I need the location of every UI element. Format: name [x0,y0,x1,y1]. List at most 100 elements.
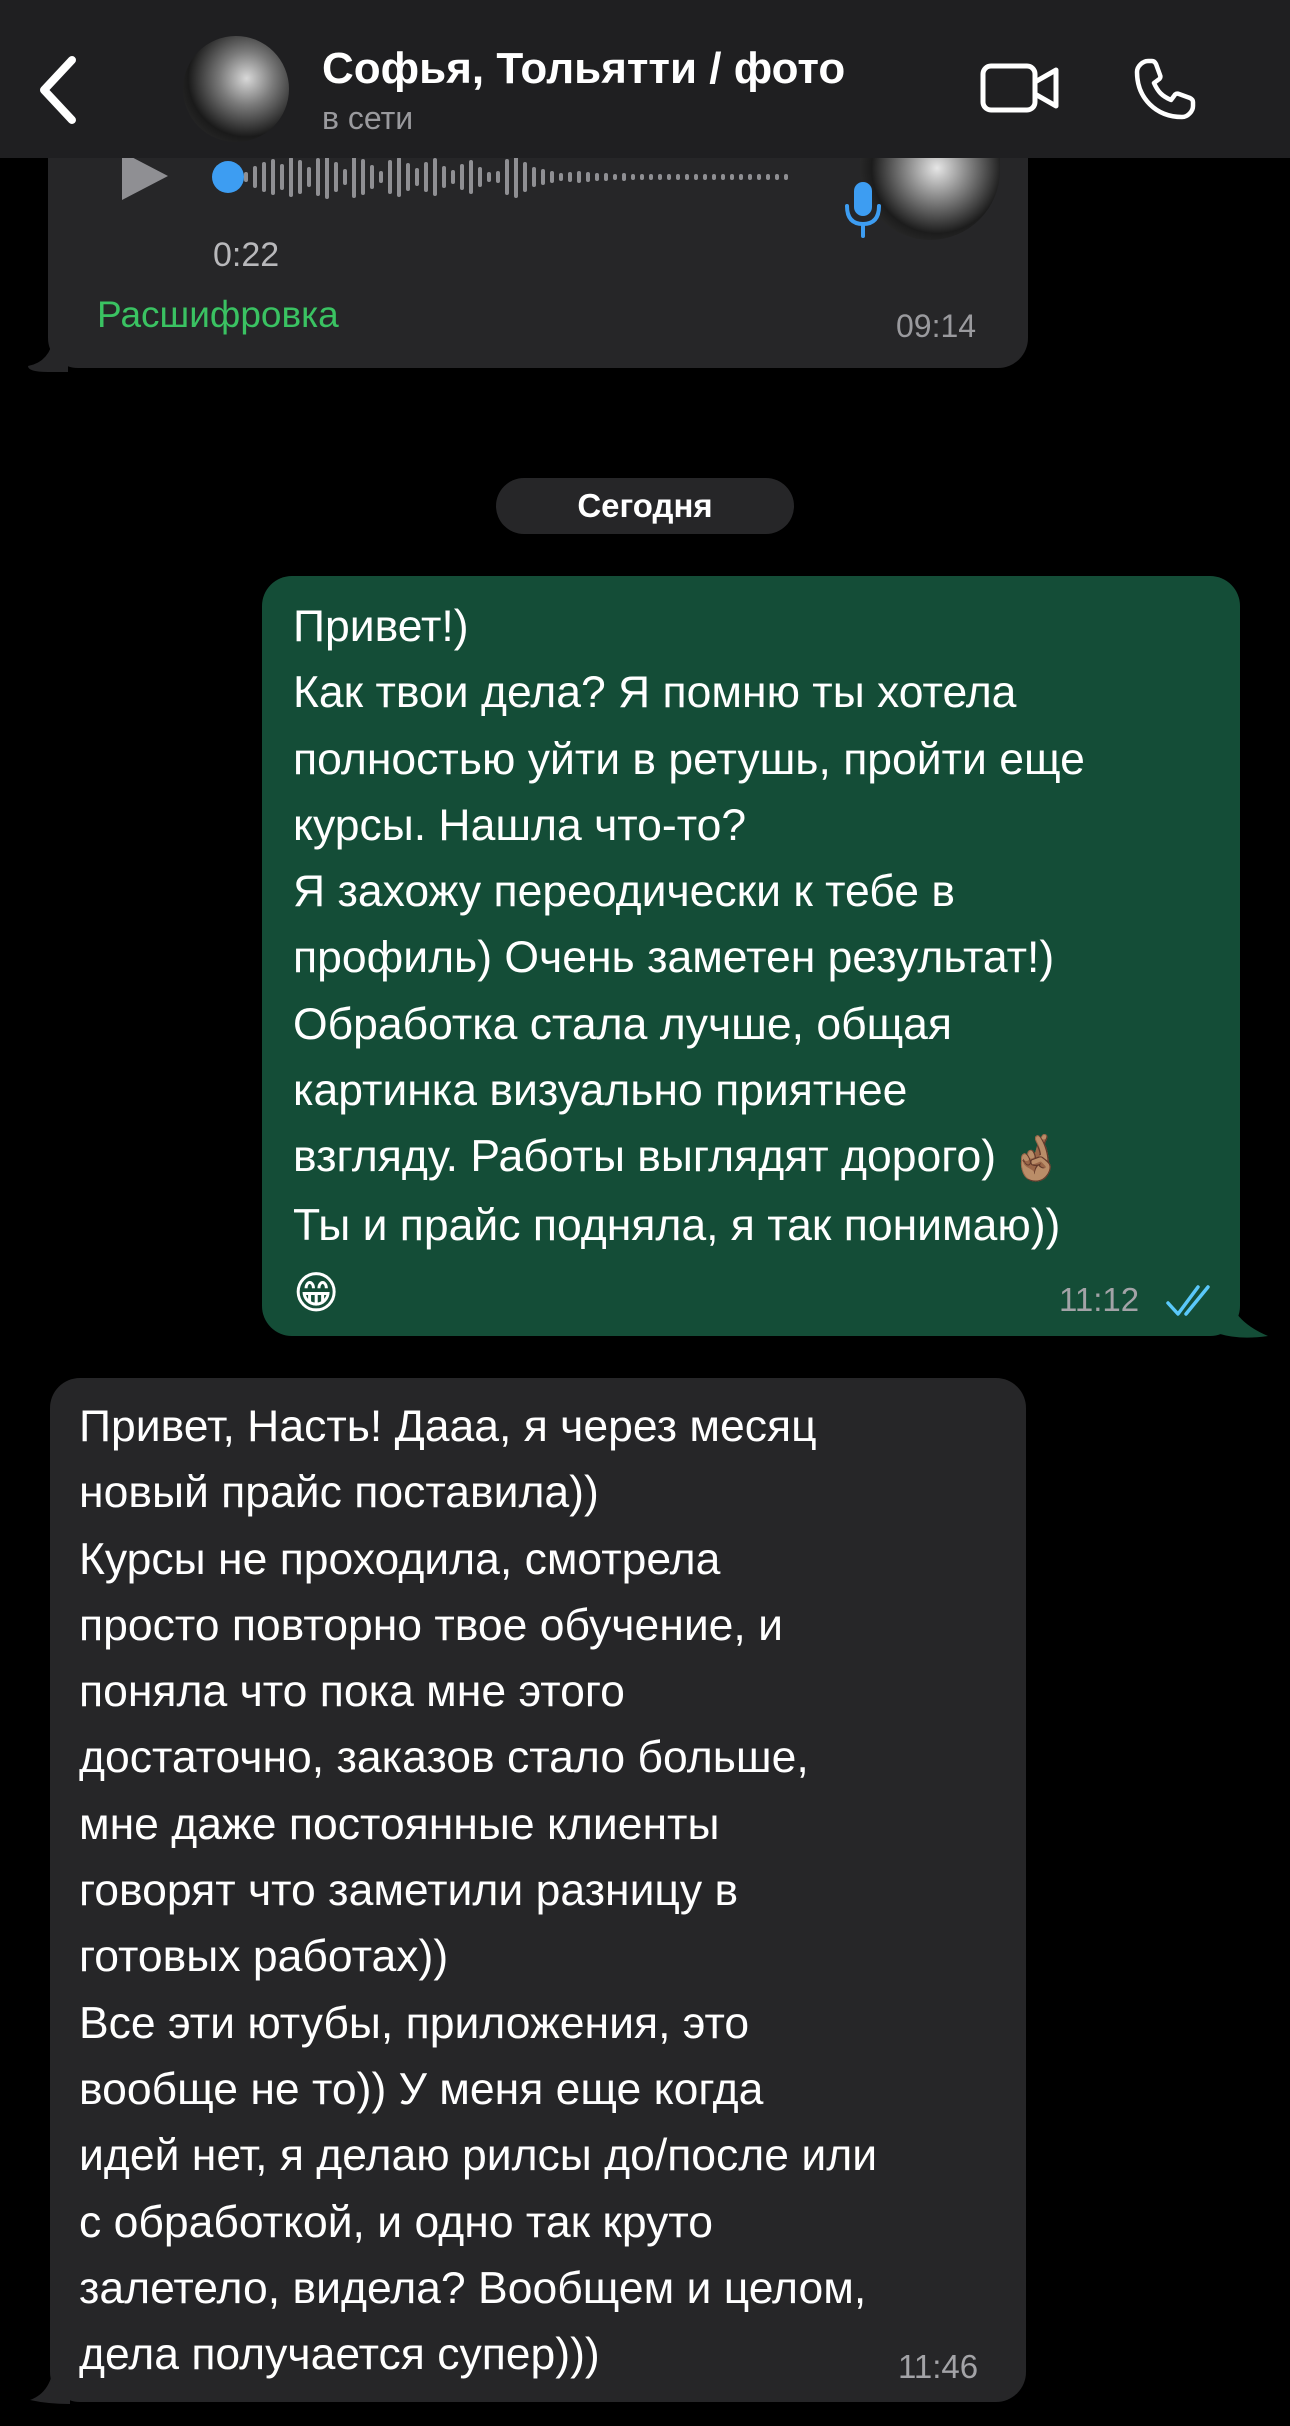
waveform-bar [532,167,536,187]
waveform-bar [370,165,374,189]
contact-name[interactable]: Софья, Тольятти / фото [322,44,845,94]
outgoing-message-text: Привет!) Как твои дела? Я помню ты хотел… [293,594,1085,1327]
message-line: достаточно, заказов стало больше, [79,1733,809,1783]
message-line: говорят что заметили разницу в [79,1866,739,1916]
transcribe-button[interactable]: Расшифровка [97,294,339,336]
message-line: Как твои дела? Я помню ты хотела [293,668,1017,718]
waveform-bar [334,162,338,192]
message-time: 09:14 [896,308,977,344]
voice-duration: 0:22 [213,236,280,274]
contact-avatar[interactable] [183,36,289,142]
waveform-bar [757,174,761,180]
waveform-bar [388,160,392,194]
waveform-bar [676,174,680,180]
waveform-bar [703,174,707,180]
waveform-bar [694,174,698,180]
waveform-bar [541,169,545,185]
waveform-bar [316,158,320,196]
waveform-bar [559,173,563,181]
waveform-bar [451,170,455,184]
waveform-bar [442,166,446,188]
waveform-bar [262,162,266,192]
grinning-face-emoji: 😁 [293,1269,340,1319]
message-line: профиль) Очень заметен результат!) [293,933,1055,983]
message-line: картинка визуально приятнее [293,1066,908,1116]
message-line: 😁 [293,1259,1085,1327]
waveform-bar [784,174,788,180]
waveform-bar [622,173,626,181]
message-line: курсы. Нашла что-то? [293,800,747,850]
waveform-bar [379,171,383,183]
waveform-bar [595,173,599,181]
message-time: 11:12 [1059,1281,1140,1318]
waveform-bar [568,172,572,182]
message-line: полностью уйти в ретушь, пройти еще [293,734,1085,784]
message-line: взгляду. Работы выглядят дорого) 🤞🏽 [293,1124,1085,1192]
waveform-bar [352,156,356,198]
message-line: поняла что пока мне этого [79,1667,625,1717]
voice-waveform[interactable] [210,150,810,204]
waveform-bar [307,167,311,187]
waveform-bar [730,174,734,180]
waveform-bar [424,162,428,192]
waveform-bar [550,171,554,183]
message-time: 11:46 [898,2348,979,2385]
message-line: вообще не то)) У меня еще когда [79,2064,764,2114]
waveform-bar [460,164,464,190]
waveform-bar [658,174,662,180]
waveform-bar [280,164,284,190]
video-camera-icon[interactable] [980,58,1060,118]
waveform-bar [514,156,518,198]
crossed-fingers-emoji: 🤞🏽 [1008,1134,1064,1184]
microphone-icon [845,182,881,238]
message-line: просто повторно твое обучение, и [79,1600,784,1650]
chevron-left-icon[interactable] [30,52,84,128]
waveform-bar [739,174,743,180]
message-line: Курсы не проходила, смотрела [79,1534,721,1584]
waveform-bar [613,174,617,180]
waveform-bar [775,174,779,180]
waveform-bar [523,162,527,192]
waveform-bar [577,171,581,183]
message-line: мне даже постоянные клиенты [79,1799,720,1849]
waveform-bar [721,174,725,180]
waveform-bar [289,157,293,197]
message-line: Все эти ютубы, приложения, это [79,1998,750,2048]
waveform-bar [496,171,500,183]
message-line: Привет, Насть! Дааа, я через месяц [79,1402,817,1451]
waveform-bar [640,174,644,180]
playback-position-dot[interactable] [212,161,244,193]
waveform-bar [343,169,347,185]
waveform-bar [766,174,770,180]
contact-status: в сети [322,100,414,136]
waveform-bar [604,173,608,181]
waveform-bar [487,172,491,182]
waveform-bar [271,159,275,195]
message-line: идей нет, я делаю рилсы до/после или [79,2131,878,2181]
waveform-bar [325,155,329,199]
waveform-bar [361,159,365,195]
waveform-bar [469,160,473,194]
chat-header: Софья, Тольятти / фото в сети [0,0,1290,158]
waveform-bar [415,168,419,186]
waveform-bar [631,174,635,180]
waveform-bar [244,172,248,182]
message-line: Привет!) [293,602,469,651]
message-line: залетело, видела? Вообщем и целом, [79,2263,867,2313]
waveform-bar [685,174,689,180]
date-separator: Сегодня [496,478,794,534]
waveform-bar [298,160,302,194]
bubble-tail [28,336,68,372]
message-line: Обработка стала лучше, общая [293,999,953,1049]
incoming-message-text: Привет, Насть! Дааа, я через месяц новый… [79,1394,877,2388]
message-line: Я захожу переодически к тебе в [293,867,956,917]
bubble-tail [1220,1290,1268,1338]
phone-icon[interactable] [1132,56,1198,122]
bubble-tail [30,2362,70,2404]
waveform-bar [433,158,437,196]
waveform-bar [667,174,671,180]
double-check-icon [1166,1285,1210,1316]
message-line-text: взгляду. Работы выглядят дорого) [293,1132,997,1182]
waveform-bar [586,172,590,182]
waveform-bar [649,174,653,180]
